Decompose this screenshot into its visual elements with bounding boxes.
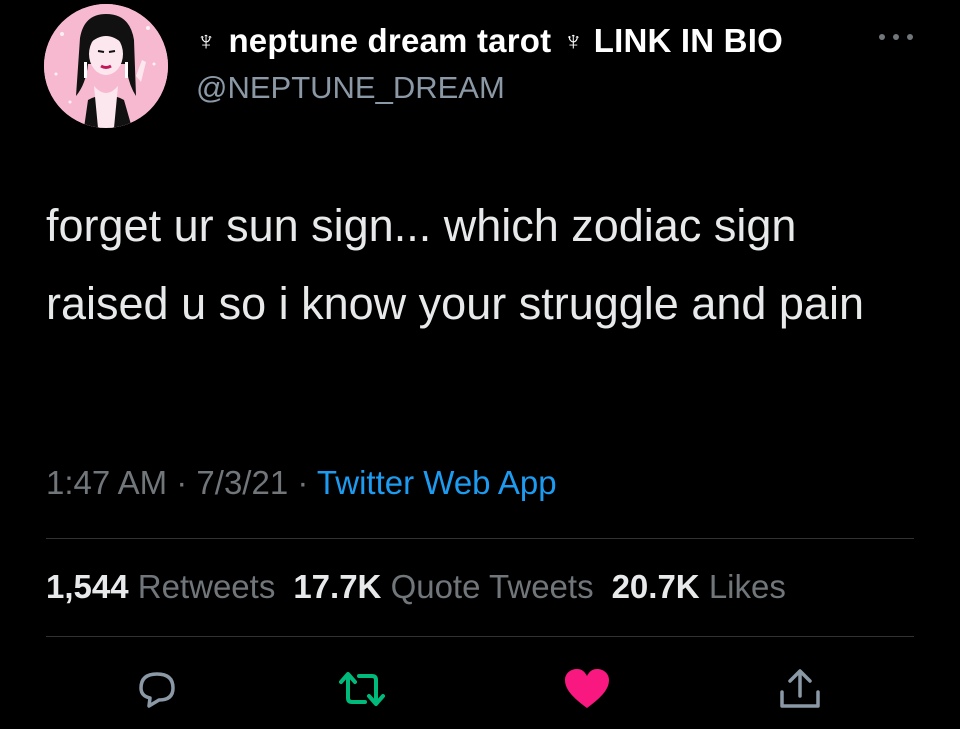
- user-handle[interactable]: @NEPTUNE_DREAM: [196, 70, 505, 106]
- divider: [46, 538, 914, 539]
- tweet-stats: 1,544 Retweets 17.7K Quote Tweets 20.7K Li…: [46, 568, 786, 606]
- divider: [46, 636, 914, 637]
- display-name: neptune dream tarot: [228, 22, 552, 59]
- avatar[interactable]: [44, 4, 168, 128]
- retweet-button[interactable]: [335, 666, 385, 712]
- more-icon: [879, 34, 913, 40]
- reply-button[interactable]: [133, 666, 181, 712]
- retweets-label: Retweets: [137, 568, 276, 605]
- retweets-stat[interactable]: 1,544 Retweets: [46, 568, 275, 605]
- reply-icon: [139, 672, 175, 708]
- tweet-detail: ♆ neptune dream tarot ♆ LINK IN BIO @NEP…: [0, 0, 960, 729]
- retweet-icon: [339, 672, 385, 706]
- source-app-link[interactable]: Twitter Web App: [317, 464, 557, 501]
- share-button[interactable]: [776, 666, 824, 712]
- quote-tweets-count: 17.7K: [293, 568, 382, 605]
- trident-icon: ♆: [196, 25, 217, 56]
- meta-separator: ·: [297, 464, 309, 501]
- like-button[interactable]: [562, 666, 610, 712]
- likes-label: Likes: [708, 568, 786, 605]
- avatar-illustration: [44, 4, 168, 128]
- retweets-count: 1,544: [46, 568, 129, 605]
- meta-separator: ·: [176, 464, 188, 501]
- tweet-time[interactable]: 1:47 AM: [46, 464, 167, 501]
- trident-icon: ♆: [563, 25, 584, 56]
- tweet-text: forget ur sun sign... which zodiac sign …: [46, 200, 864, 329]
- display-name-row[interactable]: ♆ neptune dream tarot ♆ LINK IN BIO: [196, 22, 783, 60]
- quote-tweets-label: Quote Tweets: [390, 568, 594, 605]
- tweet-date[interactable]: 7/3/21: [196, 464, 288, 501]
- more-options-button[interactable]: [874, 22, 918, 52]
- share-icon: [780, 669, 820, 708]
- likes-stat[interactable]: 20.7K Likes: [612, 568, 786, 605]
- heart-icon: [565, 669, 609, 708]
- tweet-meta: 1:47 AM · 7/3/21 · Twitter Web App: [46, 464, 557, 502]
- bio-link-text: LINK IN BIO: [593, 22, 783, 59]
- quote-tweets-stat[interactable]: 17.7K Quote Tweets: [293, 568, 593, 605]
- likes-count: 20.7K: [611, 568, 700, 605]
